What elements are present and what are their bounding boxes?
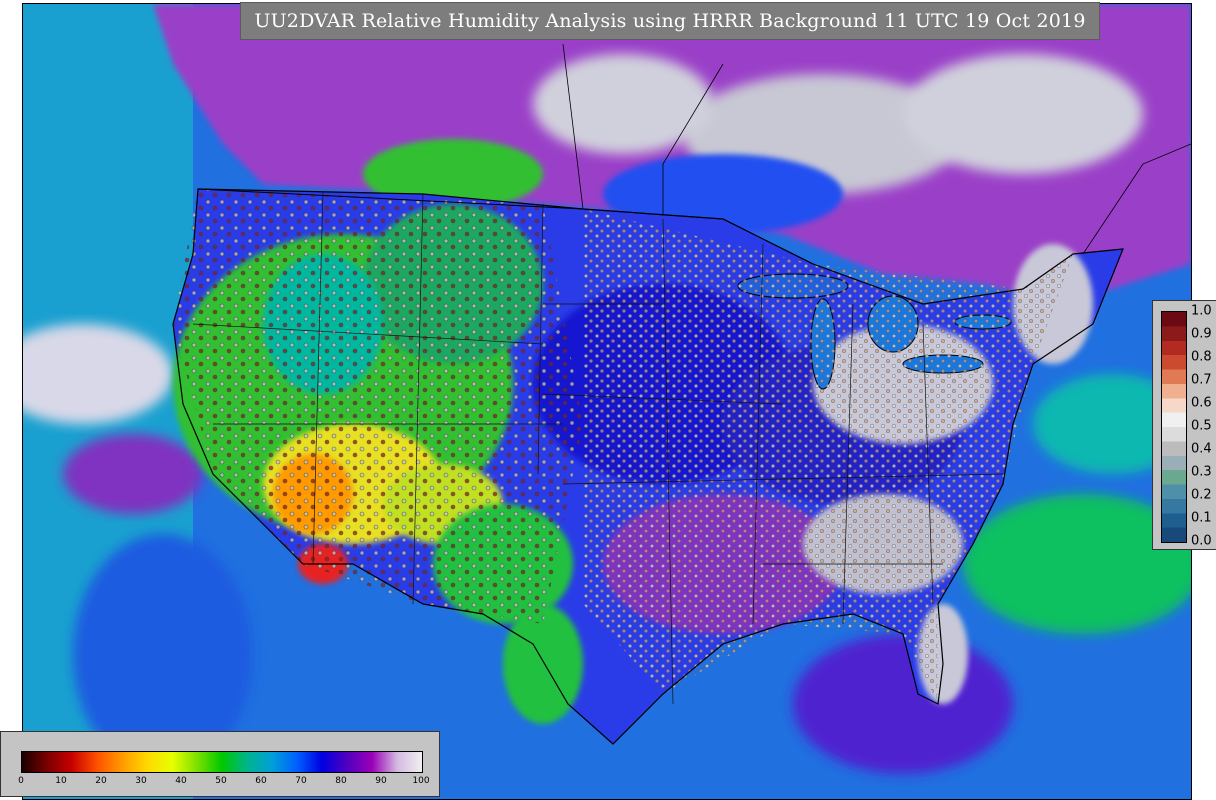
humidity-map — [23, 4, 1191, 799]
humidity-tick-label: 40 — [175, 776, 187, 786]
humidity-tick-label: 10 — [55, 776, 67, 786]
map-panel — [22, 3, 1192, 800]
humidity-tick-label: 80 — [335, 776, 347, 786]
station-tick-label: 0.6 — [1191, 395, 1212, 411]
station-tick-label: 0.1 — [1191, 510, 1212, 526]
station-tick-label: 0.7 — [1191, 372, 1212, 388]
humidity-tick-label: 20 — [95, 776, 107, 786]
station-tick-label: 0.4 — [1191, 441, 1212, 457]
humidity-tick-label: 100 — [412, 776, 430, 786]
humidity-tick-label: 90 — [375, 776, 387, 786]
station-tick-label: 1.0 — [1191, 303, 1212, 319]
station-tick-label: 0.3 — [1191, 464, 1212, 480]
station-tick-label: 0.8 — [1191, 349, 1212, 365]
station-tick-label: 0.0 — [1191, 533, 1212, 549]
humidity-tick-label: 60 — [255, 776, 267, 786]
humidity-tick-label: 0 — [18, 776, 24, 786]
station-tick-label: 0.9 — [1191, 326, 1212, 342]
station-tick-label: 0.2 — [1191, 487, 1212, 503]
station-tick-label: 0.5 — [1191, 418, 1212, 434]
humidity-colorbar — [21, 751, 423, 773]
station-colorbar — [1161, 311, 1187, 543]
humidity-tick-label: 50 — [215, 776, 227, 786]
station-colorbar-legend: 1.0 0.9 0.8 0.7 0.6 0.5 0.4 0.3 0.2 0.1 0.0 — [1152, 300, 1216, 550]
map-title: UU2DVAR Relative Humidity Analysis using… — [240, 2, 1100, 40]
humidity-colorbar-legend: 0 10 20 30 40 50 60 70 80 90 100 — [0, 731, 440, 797]
humidity-tick-label: 70 — [295, 776, 307, 786]
humidity-tick-label: 30 — [135, 776, 147, 786]
